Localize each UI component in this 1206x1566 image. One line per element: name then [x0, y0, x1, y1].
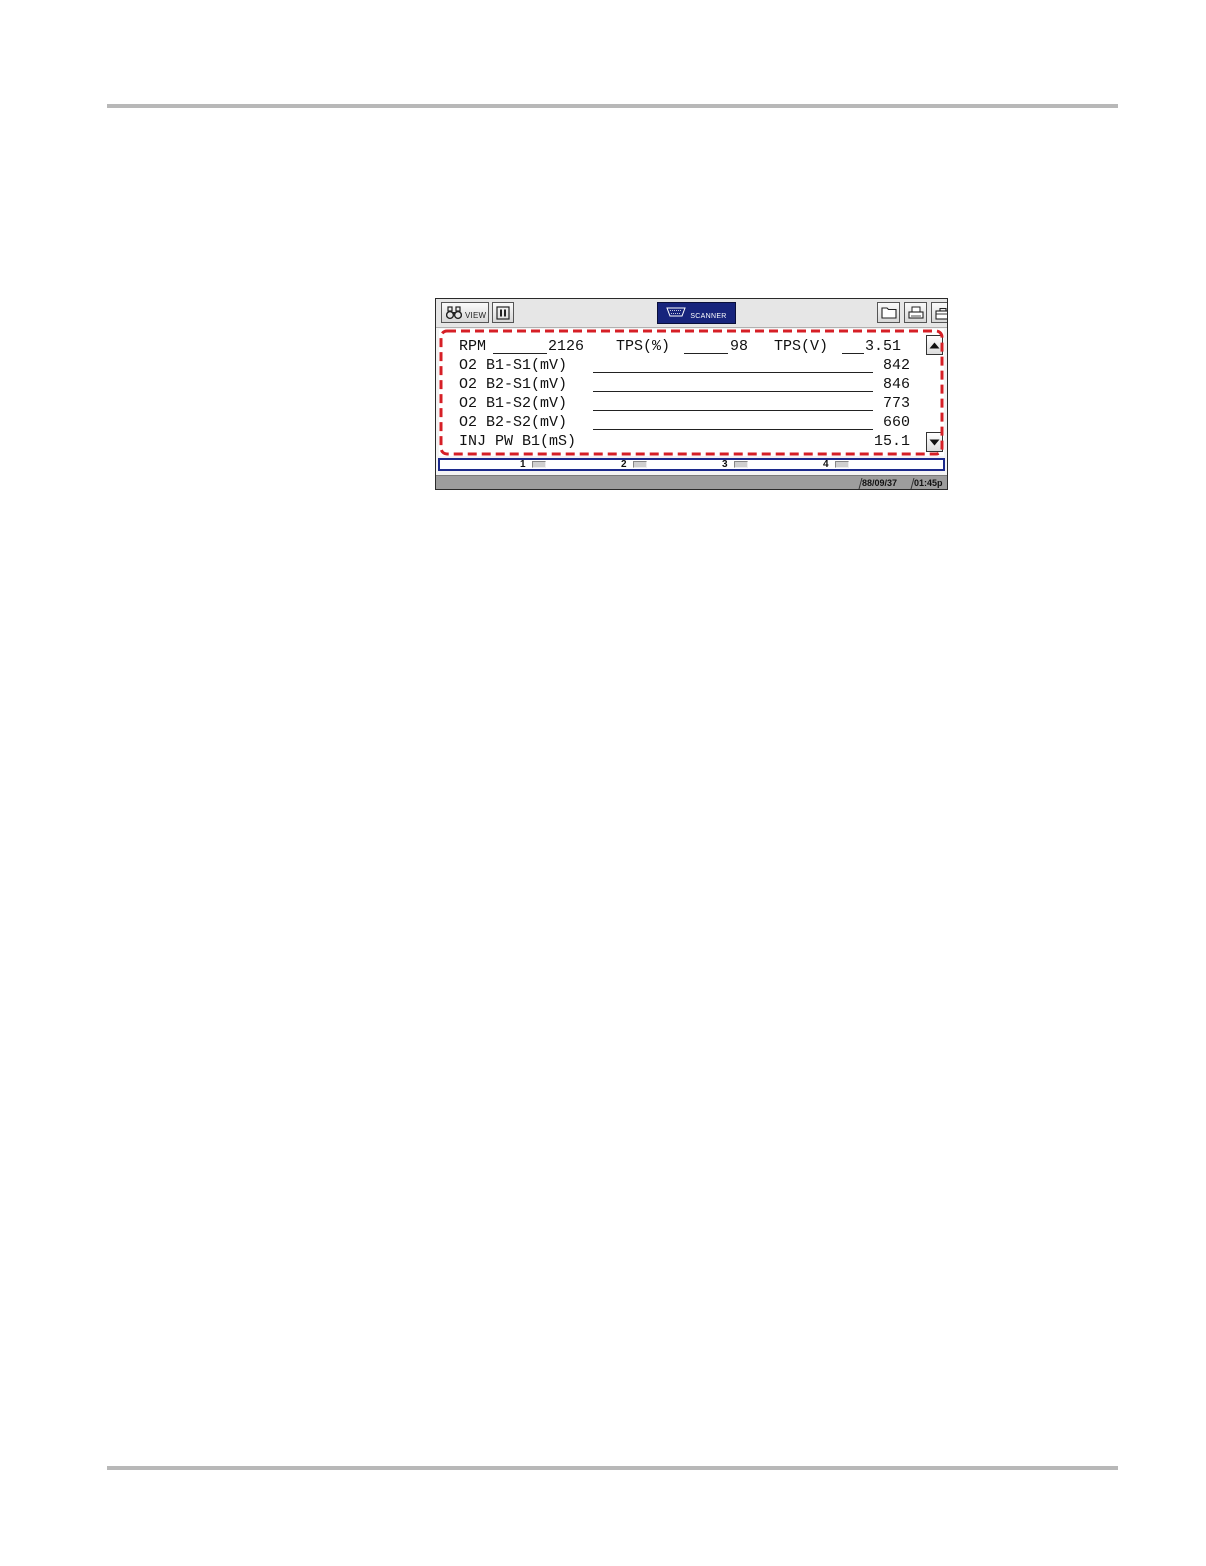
- scanner-label: SCANNER: [690, 312, 727, 320]
- channel-number: 1: [520, 459, 526, 470]
- channel-strip: 1 2 3 4: [438, 458, 945, 471]
- tps-v-leader: [842, 353, 864, 354]
- pid-row[interactable]: O2 B2-S2(mV) 660: [459, 413, 910, 432]
- channel-1[interactable]: 1: [520, 459, 546, 470]
- rpm-label: RPM: [459, 338, 487, 355]
- scroll-down-button[interactable]: [926, 432, 943, 452]
- tps-pct-leader: [684, 353, 728, 354]
- tools-button[interactable]: [931, 302, 947, 323]
- channel-indicator: [632, 461, 647, 468]
- page-header-rule: [107, 104, 1118, 108]
- tps-pct-value: 98: [730, 338, 749, 355]
- channel-4[interactable]: 4: [823, 459, 849, 470]
- tps-v-value: 3.51: [865, 338, 902, 355]
- pid-leader: [593, 372, 873, 373]
- pid-value: 15.1: [871, 432, 910, 451]
- view-button[interactable]: VIEW: [441, 302, 489, 323]
- tps-v-label: TPS(V): [774, 338, 829, 355]
- page-footer-rule: [107, 1466, 1118, 1470]
- pid-row[interactable]: O2 B1-S2(mV) 773: [459, 394, 910, 413]
- pid-leader: [593, 429, 873, 430]
- pid-value: 846: [880, 375, 910, 394]
- pid-row[interactable]: O2 B2-S1(mV) 846: [459, 375, 910, 394]
- channel-number: 2: [621, 459, 627, 470]
- printer-icon: [907, 306, 924, 320]
- channel-2[interactable]: 2: [621, 459, 647, 470]
- pid-label: O2 B1-S2(mV): [459, 394, 568, 413]
- channel-number: 4: [823, 459, 829, 470]
- pid-row[interactable]: INJ PW B1(mS) 15.1: [459, 432, 910, 451]
- toolbar: VIEW SCANNER: [436, 299, 947, 328]
- print-button[interactable]: [904, 302, 927, 323]
- pid-row[interactable]: O2 B1-S1(mV) 842: [459, 356, 910, 375]
- obd-connector-icon: [666, 304, 687, 322]
- status-time: 01:45p: [914, 478, 943, 488]
- status-bar: 88/09/37 01:45p: [436, 475, 947, 489]
- scroll-up-button[interactable]: [926, 335, 943, 355]
- view-label: VIEW: [465, 310, 487, 320]
- channel-number: 3: [722, 459, 728, 470]
- pid-list: RPM 2126 TPS(%) 98 TPS(V) 3.51 O2 B1-S1(…: [439, 329, 944, 456]
- rpm-leader: [493, 353, 547, 354]
- pause-icon: [496, 305, 510, 320]
- channel-indicator: [834, 461, 849, 468]
- channel-indicator: [733, 461, 748, 468]
- channel-indicator: [531, 461, 546, 468]
- channel-3[interactable]: 3: [722, 459, 748, 470]
- binoculars-icon: [446, 305, 462, 320]
- pid-leader: [593, 391, 873, 392]
- arrow-down-icon: [929, 433, 940, 451]
- scanner-mode-button[interactable]: SCANNER: [657, 302, 736, 324]
- pid-label: O2 B2-S2(mV): [459, 413, 568, 432]
- toolbox-icon: [934, 306, 947, 320]
- pid-label: INJ PW B1(mS): [459, 432, 577, 451]
- tps-pct-label: TPS(%): [616, 338, 671, 355]
- pid-row-rpm-tps[interactable]: RPM 2126 TPS(%) 98 TPS(V) 3.51: [459, 337, 910, 356]
- status-date: 88/09/37: [862, 478, 898, 488]
- scanner-screen: VIEW SCANNER RPM 2126 TPS(%) 98 TPS(V) 3…: [435, 298, 948, 490]
- pid-value: 660: [880, 413, 910, 432]
- pid-value: 842: [880, 356, 910, 375]
- pid-label: O2 B1-S1(mV): [459, 356, 568, 375]
- pid-value: 773: [880, 394, 910, 413]
- pid-label: O2 B2-S1(mV): [459, 375, 568, 394]
- rpm-value: 2126: [548, 338, 585, 355]
- folder-button[interactable]: [877, 302, 900, 323]
- arrow-up-icon: [929, 336, 940, 354]
- pid-scrollbar[interactable]: [926, 335, 943, 452]
- folder-icon: [880, 306, 897, 319]
- pid-leader: [593, 410, 873, 411]
- pause-button[interactable]: [492, 302, 514, 323]
